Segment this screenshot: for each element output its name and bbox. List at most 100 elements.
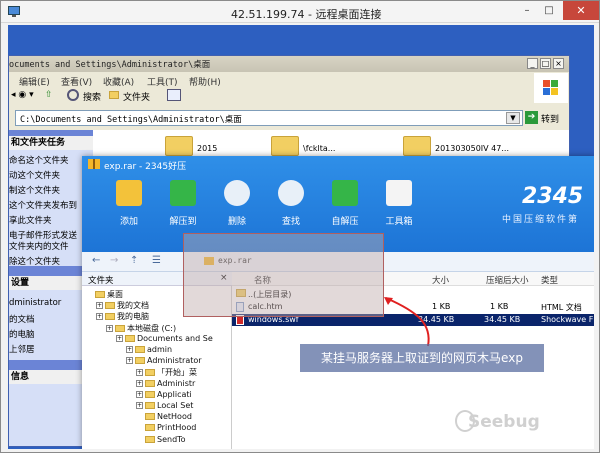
expand-toggle-icon[interactable]: + <box>136 402 143 409</box>
file-type: Shockwave F <box>541 315 594 324</box>
close-button[interactable]: ✕ <box>563 1 599 20</box>
tree-item[interactable]: + 「开始」菜 <box>136 367 197 378</box>
tree-item[interactable]: + 我的文档 <box>96 300 149 311</box>
add-button[interactable]: 添加 <box>104 176 156 248</box>
folder-icon <box>95 291 105 298</box>
extract-to-icon <box>170 180 196 206</box>
other-places-heading: 设置 <box>9 276 93 290</box>
chevron-down-icon[interactable]: ▼ <box>506 112 520 124</box>
task-move[interactable]: 动这个文件夹 <box>9 169 60 181</box>
folder-icon <box>145 435 155 443</box>
tree-item[interactable]: + 我的电脑 <box>96 311 149 322</box>
tool-label: 添加 <box>119 217 138 227</box>
column-type[interactable]: 类型 <box>541 274 558 286</box>
explorer-menubar: 编辑(E) 查看(V) 收藏(A) 工具(T) 帮助(H) <box>9 73 569 88</box>
expand-toggle-icon[interactable]: + <box>126 357 133 365</box>
back-arrow-icon[interactable]: ◂ ◉ ▾ <box>11 90 34 100</box>
place-my-computer[interactable]: 的电脑 <box>9 328 35 340</box>
column-packed-size[interactable]: 压缩后大小 <box>486 274 529 286</box>
expand-toggle-icon[interactable]: + <box>136 379 143 387</box>
folder-icon[interactable] <box>165 136 193 156</box>
task-email-files[interactable]: 文件夹内的文件 <box>9 240 69 252</box>
tree-item[interactable]: + Documents and Se <box>116 334 213 343</box>
archive-app-icon <box>88 159 100 169</box>
explorer-minimize-button[interactable]: _ <box>527 58 538 69</box>
folder-icon <box>145 402 155 409</box>
tool-label: 删除 <box>227 217 246 227</box>
menu-edit[interactable]: 编辑(E) <box>19 75 50 88</box>
tree-item[interactable]: + admin <box>126 345 172 354</box>
folder-icon <box>105 302 115 310</box>
up-level-icon[interactable]: ⇡ <box>130 255 138 266</box>
up-folder-icon[interactable]: ⇧ <box>45 90 53 100</box>
explorer-close-button[interactable]: × <box>553 58 564 69</box>
task-rename[interactable]: 命名这个文件夹 <box>9 154 69 166</box>
task-copy[interactable]: 制这个文件夹 <box>9 184 60 196</box>
forward-arrow-icon[interactable]: → <box>110 255 118 266</box>
folder-icon[interactable] <box>403 136 431 156</box>
address-input[interactable]: C:\Documents and Settings\Administrator\… <box>15 110 523 126</box>
tree-item[interactable]: NetHood <box>136 412 192 421</box>
expand-toggle-icon[interactable]: + <box>126 346 133 353</box>
explorer-maximize-button[interactable]: □ <box>540 58 551 69</box>
column-size[interactable]: 大小 <box>432 274 449 286</box>
search-button[interactable]: 搜索 <box>83 90 101 103</box>
tree-item[interactable]: SendTo <box>136 435 186 444</box>
maximize-button[interactable]: □ <box>541 4 557 18</box>
tree-item-label: SendTo <box>157 434 186 444</box>
tree-item[interactable]: + Applicati <box>136 390 192 399</box>
tree-item[interactable]: PrintHood <box>136 423 196 432</box>
go-button[interactable]: ➔ 转到 <box>523 110 567 126</box>
tree-item-label: 我的电脑 <box>117 312 149 322</box>
task-pane: 和文件夹任务 命名这个文件夹 动这个文件夹 制这个文件夹 这个文件夹发布到 享此… <box>9 130 93 446</box>
folder-icon <box>145 424 155 432</box>
expand-toggle-icon[interactable]: + <box>136 369 143 377</box>
tree-item[interactable]: + Administr <box>136 379 195 388</box>
tool-label: 解压到 <box>169 217 197 227</box>
folders-icon <box>109 91 119 99</box>
archive-title: exp.rar - 2345好压 <box>104 162 187 172</box>
task-share[interactable]: 享此文件夹 <box>9 214 52 226</box>
explorer-title: ocuments and Settings\Administrator\桌面 <box>9 60 211 70</box>
expand-toggle-icon[interactable]: + <box>116 334 123 342</box>
minimize-button[interactable]: – <box>519 4 535 18</box>
tree-item-label: Applicati <box>157 389 192 399</box>
place-my-documents[interactable]: 的文档 <box>9 313 35 325</box>
back-arrow-icon[interactable]: ← <box>92 255 100 266</box>
details-panel: 信息 <box>9 370 93 446</box>
expand-toggle-icon[interactable]: + <box>136 390 143 398</box>
menu-help[interactable]: 帮助(H) <box>189 75 221 88</box>
tree-item[interactable]: + Administrator <box>126 356 202 365</box>
place-administrator[interactable]: dministrator <box>9 298 61 308</box>
tree-item[interactable]: + Local Set <box>136 401 193 410</box>
search-icon <box>67 89 79 101</box>
expand-toggle-icon[interactable]: + <box>96 313 103 321</box>
folders-button[interactable]: 文件夹 <box>123 90 150 103</box>
search-icon <box>278 180 304 206</box>
file-packed-size: 1 KB <box>490 302 509 311</box>
tree-item[interactable]: 桌面 <box>86 289 123 300</box>
menu-favorites[interactable]: 收藏(A) <box>103 75 134 88</box>
tree-item-label: Administr <box>157 378 196 388</box>
menu-view[interactable]: 查看(V) <box>61 75 92 88</box>
task-publish[interactable]: 这个文件夹发布到 <box>9 199 77 211</box>
annotation-arrow <box>384 297 430 347</box>
self-extract-icon <box>332 180 358 206</box>
list-view-icon[interactable]: ☰ <box>152 255 161 266</box>
highlight-box <box>183 233 384 317</box>
explorer-titlebar[interactable]: ocuments and Settings\Administrator\桌面 _… <box>9 56 569 72</box>
menu-tools[interactable]: 工具(T) <box>147 75 178 88</box>
expand-toggle-icon[interactable]: + <box>96 302 103 310</box>
folder-icon[interactable] <box>271 136 299 156</box>
tool-label: 查找 <box>281 217 300 227</box>
go-arrow-icon: ➔ <box>525 111 538 124</box>
place-network[interactable]: 上邻居 <box>9 343 35 355</box>
expand-toggle-icon[interactable]: + <box>106 324 113 332</box>
go-label: 转到 <box>541 115 560 125</box>
tree-item[interactable]: + 本地磁盘 (C:) <box>106 323 176 334</box>
brand-logo: 2345 <box>522 184 584 209</box>
folder-icon <box>145 390 155 398</box>
views-icon[interactable] <box>167 89 181 101</box>
rdp-titlebar[interactable]: 42.51.199.74 - 远程桌面连接 – □ ✕ <box>1 1 599 23</box>
task-delete[interactable]: 除这个文件夹 <box>9 255 60 267</box>
